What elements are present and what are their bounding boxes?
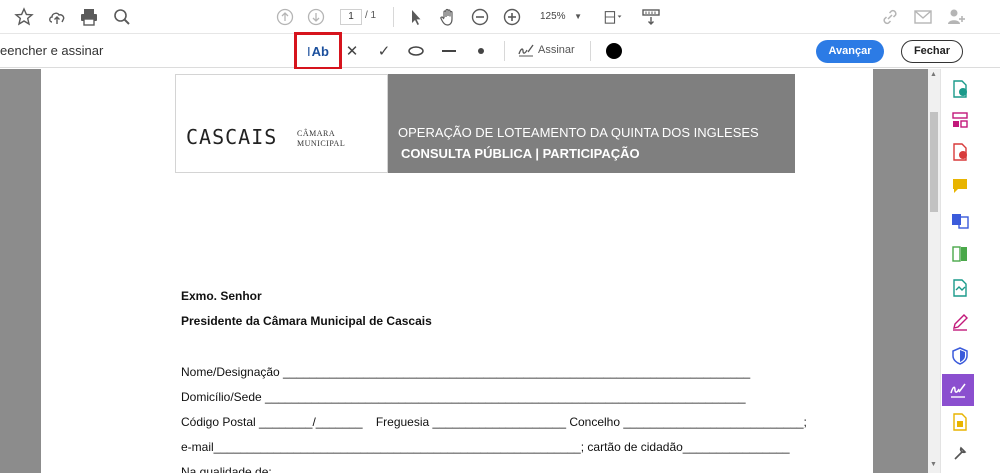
signbar-divider xyxy=(590,41,591,61)
recipient: Presidente da Câmara Municipal de Cascai… xyxy=(181,314,432,328)
scroll-mode-icon[interactable] xyxy=(640,6,662,28)
more-tools-icon[interactable] xyxy=(947,441,973,467)
header-subtitle: CONSULTA PÚBLICA | PARTICIPAÇÃO xyxy=(401,146,640,161)
zoom-in-icon[interactable] xyxy=(501,6,523,28)
create-pdf-icon[interactable] xyxy=(947,139,973,165)
signbar-divider xyxy=(504,41,505,61)
line-icon xyxy=(442,50,456,52)
address-field[interactable]: Domicílio/Sede _________________________… xyxy=(181,390,746,404)
zoom-out-icon[interactable] xyxy=(469,6,491,28)
logo-sub-line2: MUNICIPAL xyxy=(297,139,346,148)
salutation: Exmo. Senhor xyxy=(181,289,262,303)
sign-button[interactable]: Assinar xyxy=(518,43,575,57)
text-cursor-icon: I xyxy=(307,43,311,59)
dot-tool[interactable] xyxy=(472,38,490,64)
color-picker[interactable] xyxy=(606,43,622,59)
header-logo-box: CASCAIS CÂMARA MUNICIPAL xyxy=(175,74,388,173)
pdf-page[interactable]: CASCAIS CÂMARA MUNICIPAL OPERAÇÃO DE LOT… xyxy=(41,69,873,473)
close-button[interactable]: Fechar xyxy=(901,40,963,63)
dot-icon xyxy=(478,48,484,54)
hand-icon[interactable] xyxy=(437,6,459,28)
logo-sub-line1: CÂMARA xyxy=(297,129,336,138)
cascais-logo: CASCAIS xyxy=(186,125,278,149)
arrow-up-icon[interactable] xyxy=(274,6,296,28)
scroll-down-icon[interactable]: ▼ xyxy=(930,461,937,468)
ellipse-icon xyxy=(408,46,424,56)
scan-ocr-icon[interactable] xyxy=(947,275,973,301)
scrollbar-thumb[interactable] xyxy=(930,112,938,212)
add-text-tool[interactable]: I Ab xyxy=(294,32,342,70)
add-text-label: Ab xyxy=(311,43,329,59)
check-tool[interactable]: ✓ xyxy=(374,38,394,64)
select-arrow-icon[interactable] xyxy=(405,6,427,28)
zoom-select[interactable]: 125% ▼ xyxy=(534,8,586,26)
chevron-down-icon: ▼ xyxy=(574,12,582,21)
logo-subtitle: CÂMARA MUNICIPAL xyxy=(297,129,345,149)
cross-tool[interactable]: ✕ xyxy=(343,38,361,64)
export-pdf-icon[interactable] xyxy=(947,76,973,102)
header-title: OPERAÇÃO DE LOTEAMENTO DA QUINTA DOS ING… xyxy=(398,125,759,140)
star-icon[interactable] xyxy=(13,6,35,28)
tools-rail xyxy=(940,69,1000,473)
edit-pen-icon[interactable] xyxy=(947,309,973,335)
protect-shield-icon[interactable] xyxy=(947,343,973,369)
main-toolbar: 1 / 1 125% ▼ xyxy=(0,0,1000,34)
link-icon[interactable] xyxy=(879,6,901,28)
combine-files-icon[interactable] xyxy=(947,207,973,233)
advance-button[interactable]: Avançar xyxy=(816,40,884,63)
fill-sign-title: eencher e assinar xyxy=(0,43,104,58)
mail-icon[interactable] xyxy=(912,6,934,28)
signature-pen-icon xyxy=(518,44,534,57)
email-field[interactable]: e-mail__________________________________… xyxy=(181,440,790,454)
add-user-icon[interactable] xyxy=(945,6,967,28)
quality-field[interactable]: Na qualidade de: xyxy=(181,465,272,473)
compare-icon[interactable] xyxy=(947,241,973,267)
line-tool[interactable] xyxy=(439,38,459,64)
scroll-up-icon[interactable]: ▲ xyxy=(930,71,937,78)
arrow-down-icon[interactable] xyxy=(305,6,327,28)
sign-label: Assinar xyxy=(538,44,575,56)
zoom-value: 125% xyxy=(540,11,566,22)
ellipse-tool[interactable] xyxy=(405,38,427,64)
cloud-upload-icon[interactable] xyxy=(46,6,68,28)
page-number-input[interactable]: 1 xyxy=(340,9,362,25)
vertical-scrollbar[interactable]: ▲ ▼ xyxy=(928,69,940,473)
header-title-box: OPERAÇÃO DE LOTEAMENTO DA QUINTA DOS ING… xyxy=(388,74,795,173)
page-fit-icon[interactable] xyxy=(598,6,628,28)
zoom-icon[interactable] xyxy=(111,6,133,28)
postal-field[interactable]: Código Postal ________/_______ Freguesia… xyxy=(181,415,807,429)
document-viewer: CASCAIS CÂMARA MUNICIPAL OPERAÇÃO DE LOT… xyxy=(0,69,928,473)
send-for-review-icon[interactable] xyxy=(947,409,973,435)
name-field[interactable]: Nome/Designação ________________________… xyxy=(181,365,750,379)
fill-sign-icon[interactable] xyxy=(942,374,974,406)
page-total: / 1 xyxy=(365,10,377,21)
comment-icon[interactable] xyxy=(947,173,973,199)
print-icon[interactable] xyxy=(78,6,100,28)
organize-pages-icon[interactable] xyxy=(947,107,973,133)
toolbar-divider xyxy=(393,7,394,27)
